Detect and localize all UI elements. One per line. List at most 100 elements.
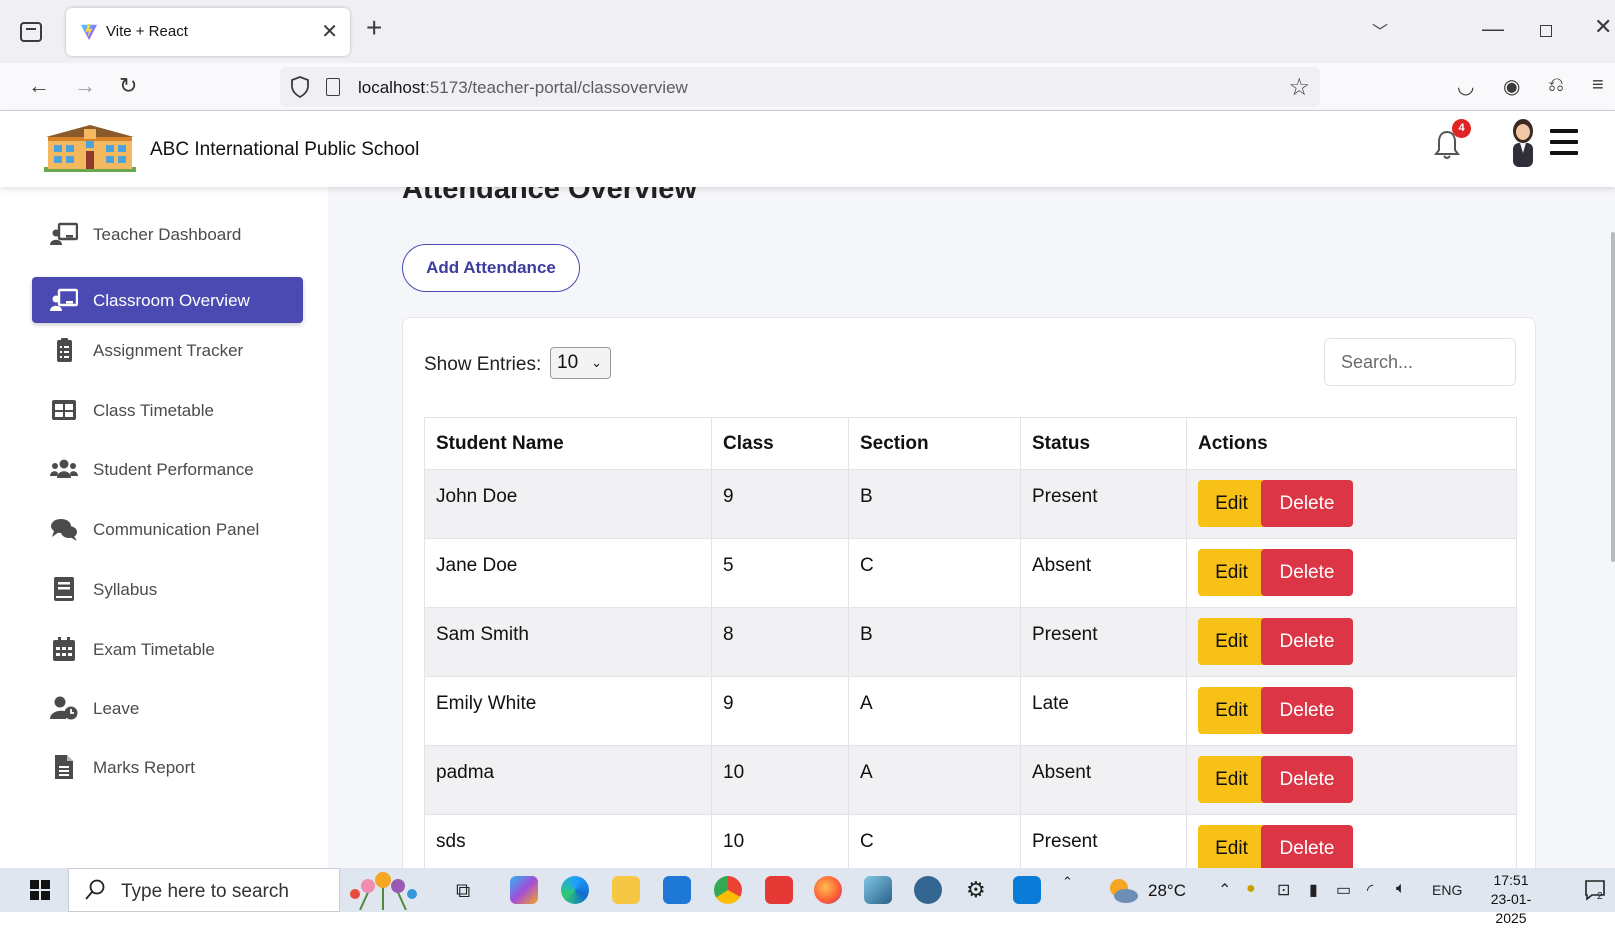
column-header-class[interactable]: Class — [711, 417, 849, 470]
menu-icon[interactable]: ≡ — [1592, 74, 1604, 97]
app-header: ABC International Public School 4 — [0, 111, 1615, 187]
account-icon[interactable]: ◉ — [1503, 74, 1520, 99]
close-tab-icon[interactable]: ✕ — [321, 19, 338, 44]
reload-icon[interactable]: ↻ — [119, 73, 137, 99]
delete-button[interactable]: Delete — [1261, 825, 1353, 868]
battery-icon[interactable]: ▭ — [1336, 880, 1351, 900]
copilot-icon[interactable] — [510, 876, 538, 904]
windows-taskbar: Type here to search ⧉ ⚙ ⌃ 28°C ⌃ ● ⊡ ▮ ▭… — [0, 868, 1615, 926]
address-bar[interactable]: localhost:5173/teacher-portal/classoverv… — [280, 67, 1320, 107]
wps-office-icon[interactable] — [765, 876, 793, 904]
add-attendance-button[interactable]: Add Attendance — [402, 244, 580, 292]
edge-icon[interactable] — [561, 876, 589, 904]
column-header-actions: Actions — [1186, 417, 1517, 470]
entries-select[interactable]: 10 ⌄ — [550, 347, 611, 379]
actions-cell: Edit Delete — [1186, 607, 1517, 677]
class-cell: 10 — [711, 745, 849, 815]
delete-button[interactable]: Delete — [1261, 549, 1353, 596]
column-header-status[interactable]: Status — [1020, 417, 1187, 470]
actions-cell: Edit Delete — [1186, 745, 1517, 815]
status-cell: Present — [1020, 814, 1187, 868]
vscode-icon[interactable] — [1013, 876, 1041, 904]
app-tray-icon[interactable]: ● — [1246, 880, 1256, 898]
sidebar-item-exam-timetable[interactable]: Exam Timetable — [32, 626, 303, 672]
student-name-cell: sds — [424, 814, 712, 868]
tab-list-icon[interactable] — [20, 22, 42, 42]
status-cell: Present — [1020, 607, 1187, 677]
settings-gear-icon[interactable]: ⚙ — [966, 877, 986, 903]
window-close-icon[interactable]: ✕ — [1594, 14, 1612, 40]
actions-cell: Edit Delete — [1186, 676, 1517, 746]
section-cell: C — [848, 814, 1021, 868]
task-view-icon[interactable]: ⧉ — [456, 880, 470, 903]
scrollbar-thumb[interactable] — [1611, 232, 1615, 562]
extensions-icon[interactable]: ⎌ — [1548, 74, 1564, 97]
url-text[interactable]: localhost:5173/teacher-portal/classoverv… — [358, 78, 688, 98]
pocket-icon[interactable]: ◡ — [1457, 74, 1474, 99]
notification-center-icon[interactable]: 2 — [1584, 879, 1606, 901]
file-explorer-icon[interactable] — [612, 876, 640, 904]
student-name-cell: Emily White — [424, 676, 712, 746]
sidebar-item-classroom-overview[interactable]: Classroom Overview — [32, 277, 303, 323]
show-more-icon[interactable]: ⌃ — [1062, 874, 1073, 890]
search-input[interactable] — [1324, 338, 1516, 386]
column-header-student-name[interactable]: Student Name — [424, 417, 712, 470]
sidebar-item-leave[interactable]: Leave — [32, 685, 303, 731]
edit-button[interactable]: Edit — [1198, 618, 1265, 665]
notes-app-icon[interactable] — [864, 876, 892, 904]
postgresql-icon[interactable] — [914, 876, 942, 904]
volume-icon[interactable]: 🔈︎ — [1396, 880, 1406, 898]
edit-button[interactable]: Edit — [1198, 480, 1265, 527]
new-tab-icon[interactable]: + — [366, 14, 382, 42]
language-indicator[interactable]: ENG — [1432, 882, 1462, 898]
table-row: sds 10 C Present Edit Delete — [424, 814, 1517, 868]
back-icon[interactable]: ← — [28, 73, 50, 99]
microphone-icon[interactable]: ▮ — [1309, 880, 1318, 900]
table-row: Sam Smith 8 B Present Edit Delete — [424, 607, 1517, 677]
chrome-icon[interactable] — [714, 876, 742, 904]
table-row: Jane Doe 5 C Absent Edit Delete — [424, 538, 1517, 608]
restore-icon[interactable] — [1540, 25, 1552, 37]
student-name-cell: Sam Smith — [424, 607, 712, 677]
browser-tab[interactable]: Vite + React ✕ — [66, 8, 350, 56]
delete-button[interactable]: Delete — [1261, 756, 1353, 803]
bookmark-star-icon[interactable]: ☆ — [1288, 73, 1310, 102]
sidebar-item-teacher-dashboard[interactable]: Teacher Dashboard — [32, 211, 303, 257]
section-cell: B — [848, 469, 1021, 539]
delete-button[interactable]: Delete — [1261, 480, 1353, 527]
chevron-down-icon[interactable]: ﹀ — [1372, 18, 1388, 42]
forward-icon[interactable]: → — [74, 73, 96, 99]
delete-button[interactable]: Delete — [1261, 618, 1353, 665]
taskbar-search-box[interactable]: Type here to search — [68, 868, 340, 912]
clock[interactable]: 17:51 23-01-2025 — [1478, 871, 1544, 928]
sidebar-item-communication-panel[interactable]: Communication Panel — [32, 506, 303, 552]
sidebar-item-student-performance[interactable]: Student Performance — [32, 446, 303, 492]
firefox-icon[interactable] — [814, 876, 842, 904]
status-cell: Absent — [1020, 745, 1187, 815]
edit-button[interactable]: Edit — [1198, 687, 1265, 734]
sidebar-item-marks-report[interactable]: Marks Report — [32, 744, 303, 790]
edit-button[interactable]: Edit — [1198, 825, 1265, 868]
column-header-section[interactable]: Section — [848, 417, 1021, 470]
student-name-cell: padma — [424, 745, 712, 815]
shield-icon[interactable] — [290, 76, 310, 98]
meet-now-icon[interactable]: ⊡ — [1277, 880, 1290, 900]
wifi-icon[interactable]: ◜ — [1367, 880, 1373, 900]
windows-start-icon[interactable] — [30, 880, 50, 900]
student-name-cell: Jane Doe — [424, 538, 712, 608]
avatar[interactable] — [1508, 117, 1538, 169]
actions-cell: Edit Delete — [1186, 814, 1517, 868]
hamburger-menu-icon[interactable] — [1550, 129, 1578, 155]
chevron-up-icon[interactable]: ⌃ — [1218, 880, 1231, 900]
delete-button[interactable]: Delete — [1261, 687, 1353, 734]
sidebar-item-class-timetable[interactable]: Class Timetable — [32, 387, 303, 433]
chalkboard-teacher-icon — [50, 288, 78, 311]
sidebar-item-syllabus[interactable]: Syllabus — [32, 566, 303, 612]
vite-logo-icon — [80, 23, 98, 41]
edit-button[interactable]: Edit — [1198, 756, 1265, 803]
outlook-icon[interactable] — [663, 876, 691, 904]
chevron-down-icon: ⌄ — [591, 355, 602, 370]
minimize-icon[interactable]: — — [1482, 16, 1504, 42]
sidebar-item-assignment-tracker[interactable]: Assignment Tracker — [32, 327, 303, 373]
edit-button[interactable]: Edit — [1198, 549, 1265, 596]
